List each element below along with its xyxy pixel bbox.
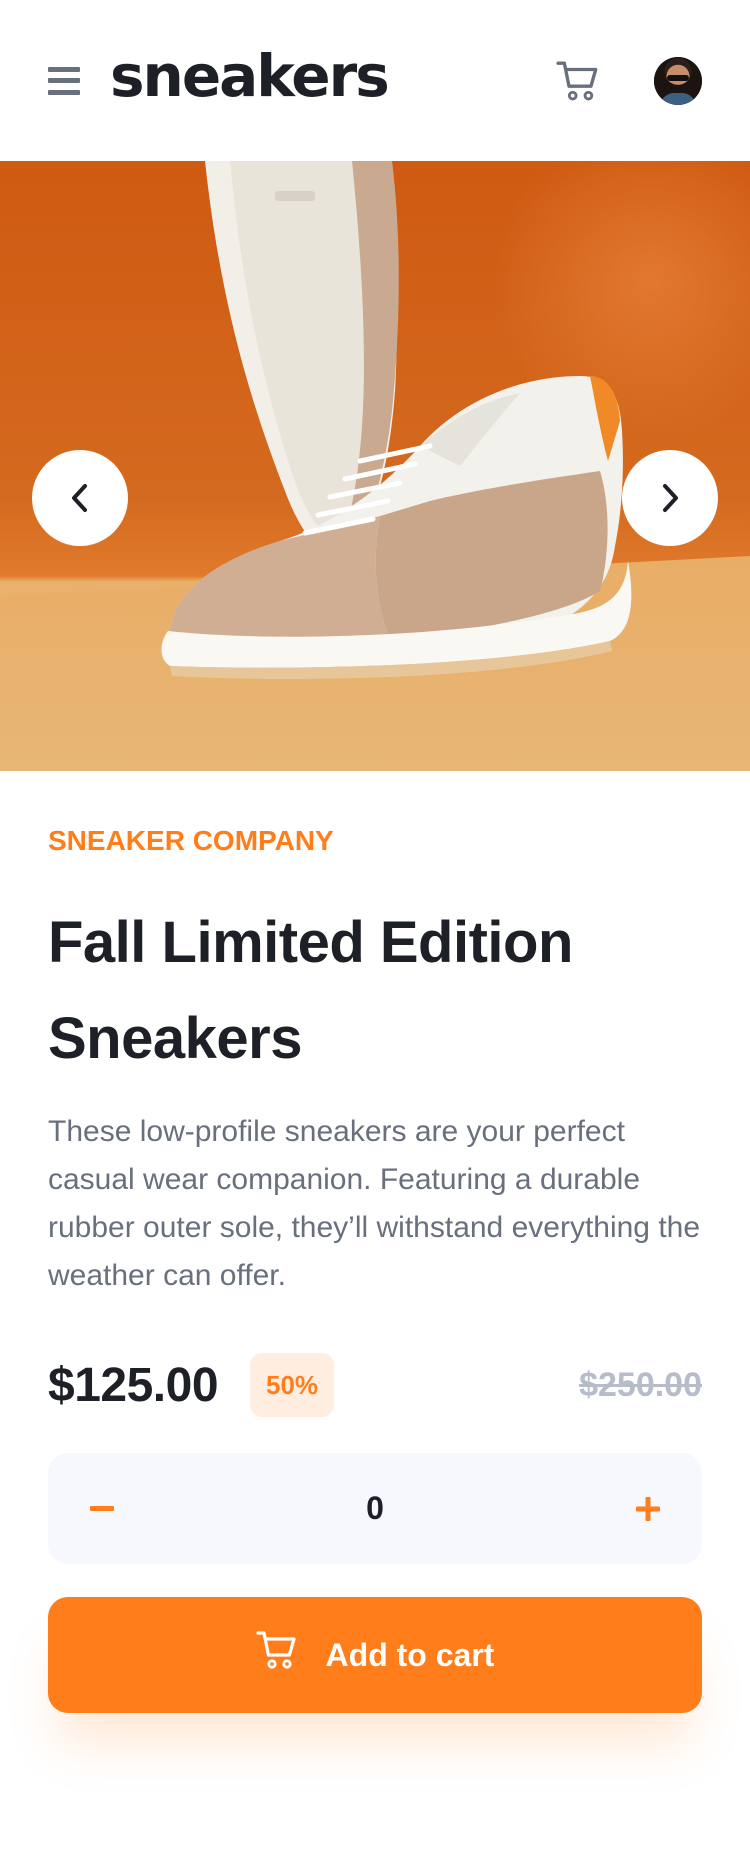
company-name: SNEAKER COMPANY — [48, 825, 334, 856]
price-row: $125.00 50% $250.00 — [48, 1353, 702, 1417]
add-to-cart-button[interactable]: Add to cart — [48, 1597, 702, 1713]
minus-icon — [90, 1505, 114, 1511]
chevron-right-icon — [663, 484, 678, 512]
product-title: Fall Limited Edition Sneakers — [48, 910, 573, 1071]
discount-badge: 50% — [250, 1353, 335, 1417]
add-to-cart-label: Add to cart — [325, 1636, 495, 1673]
increase-quantity-button[interactable] — [626, 1487, 670, 1531]
cart-icon — [255, 1631, 296, 1669]
header-actions — [556, 56, 702, 105]
plus-icon — [635, 1496, 660, 1521]
decrease-quantity-button[interactable] — [80, 1487, 124, 1531]
chevron-left-icon — [72, 484, 87, 512]
logo[interactable]: sneakers — [110, 47, 390, 105]
user-avatar[interactable] — [654, 56, 702, 105]
next-image-button[interactable] — [622, 450, 718, 546]
product-image-gallery — [0, 161, 750, 771]
current-price: $125.00 — [48, 1358, 219, 1412]
previous-image-button[interactable] — [32, 450, 128, 546]
original-price: $250.00 — [579, 1365, 702, 1404]
quantity-stepper: 0 — [48, 1453, 702, 1564]
cart-icon[interactable] — [556, 60, 602, 102]
header: sneakers — [0, 0, 750, 161]
hamburger-menu-icon[interactable] — [48, 66, 80, 95]
product-description: These low-profile sneakers are your perf… — [48, 1115, 701, 1292]
product-page: sneakers SNEAKER COMPANY Fall Limited Ed… — [0, 0, 750, 1872]
quantity-value: 0 — [366, 1490, 384, 1526]
